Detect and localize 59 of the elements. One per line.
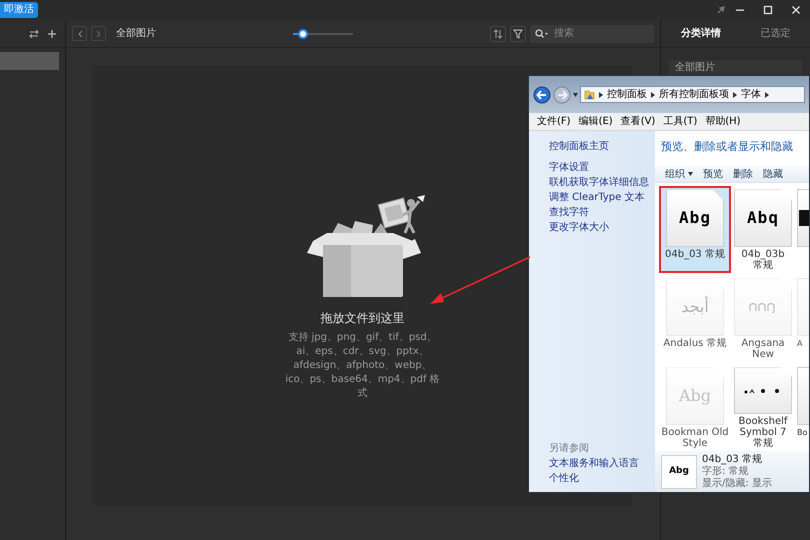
search-icon (535, 28, 549, 38)
search-field[interactable]: 搜索 (552, 25, 632, 42)
breadcrumb-link[interactable]: 字体 (741, 87, 761, 102)
command-button[interactable]: 隐藏 (763, 166, 784, 182)
font-sample: Abg (679, 207, 711, 230)
maximize-icon[interactable] (763, 5, 773, 15)
font-property: 显示/隐藏: 显示 (702, 478, 772, 490)
menu-item[interactable]: 帮助(H) (705, 114, 741, 129)
breadcrumb-arrow-icon (765, 92, 769, 98)
swap-icon[interactable] (29, 28, 39, 38)
plus-icon[interactable] (47, 28, 57, 38)
folder-title: 全部图片 (116, 26, 156, 41)
glyph-block-icon (799, 210, 809, 226)
folder-name-field[interactable]: 全部图片 (669, 60, 802, 74)
font-name: Angsana New (740, 338, 786, 360)
menu-item[interactable]: 工具(T) (663, 114, 698, 129)
breadcrumb-link[interactable]: 所有控制面板项 (659, 87, 729, 102)
supported-formats-text: 支持 jpg、png、gif、tif、psd、ai、eps、cdr、svg、pptx、afdesign、afphoto、webp、ico、ps、base64、mp4、pdf 格式 (284, 331, 441, 401)
close-icon[interactable] (791, 5, 801, 15)
menu-item[interactable]: 文件(F) (537, 114, 571, 129)
breadcrumb-arrow-icon (733, 92, 737, 98)
font-thumbnail: Abg (661, 454, 697, 489)
activate-badge[interactable]: 即激活 (0, 2, 38, 18)
font-name: Andalus 常规 (663, 338, 727, 350)
breadcrumb-arrow-icon (599, 92, 603, 98)
chevron-right-icon (96, 30, 102, 38)
command-button[interactable]: 删除 (733, 166, 754, 182)
font-sample: Abq (747, 207, 779, 230)
font-name: Bookman Old Style (661, 427, 729, 450)
font-name: 04b_03 常规 (665, 249, 725, 260)
sort-icon (493, 28, 503, 38)
see-also-heading: 另请参阅 (549, 442, 590, 456)
pane-heading: 预览、删除或者显示和隐藏 (660, 139, 794, 155)
font-name: 04b_03 常规 (702, 454, 763, 466)
drop-title: 拖放文件到这里 (320, 310, 404, 327)
font-name: Bookshelf Symbol 7 常规 (738, 416, 789, 450)
folder-icon (584, 89, 595, 100)
font-sample: أبجد (681, 295, 709, 318)
command-button[interactable]: 预览 (703, 166, 724, 182)
filter-button[interactable] (510, 26, 526, 42)
back-button[interactable] (72, 26, 87, 41)
address-bar[interactable]: 控制面板 所有控制面板项 字体 (580, 86, 805, 103)
font-name: Bo (797, 427, 808, 438)
dropdown-caret-icon[interactable] (573, 92, 578, 96)
command-button[interactable]: 组织 (665, 166, 694, 182)
breadcrumb-arrow-icon (651, 92, 655, 98)
font-tile[interactable]: Abg 04b_03 常规 (659, 186, 731, 274)
font-sample: Abg (678, 385, 712, 408)
menu-item[interactable]: 编辑(E) (578, 114, 613, 129)
inspector-tab[interactable]: 分类详情 (680, 26, 721, 41)
search-box[interactable]: 搜索 (530, 24, 654, 42)
font-name: 04b_03b 常规 (740, 249, 786, 272)
sort-button[interactable] (490, 26, 506, 42)
slider-thumb[interactable] (298, 28, 308, 38)
font-name: A (797, 338, 802, 350)
font-property: 字形: 常规 (702, 466, 750, 478)
filter-icon (513, 28, 523, 38)
inspector-tab[interactable]: 已选定 (760, 26, 790, 41)
chevron-left-icon (76, 30, 82, 38)
